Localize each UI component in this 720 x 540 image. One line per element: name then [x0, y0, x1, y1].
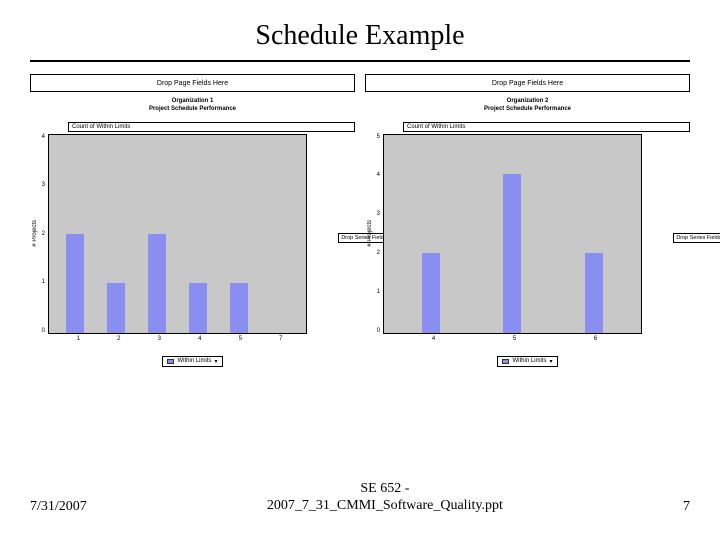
- bar: [422, 253, 440, 332]
- org-title-right: Organization 2: [365, 98, 690, 106]
- panel-left: Drop Page Fields Here Organization 1 Pro…: [30, 74, 355, 367]
- legend-right[interactable]: Within Limits ▾: [497, 356, 557, 367]
- drop-page-fields-left[interactable]: Drop Page Fields Here: [30, 74, 355, 92]
- x-tick: 4: [425, 336, 443, 342]
- bar: [230, 283, 248, 333]
- bar: [503, 174, 521, 332]
- count-label-left: Count of Within Limits: [68, 122, 355, 132]
- bar: [66, 234, 84, 333]
- org-title-left: Organization 1: [30, 98, 355, 106]
- y-tick: 2: [38, 231, 45, 237]
- bar-plot-right: [383, 134, 642, 334]
- slide: Schedule Example Drop Page Fields Here O…: [0, 0, 720, 540]
- panel-right: Drop Page Fields Here Organization 2 Pro…: [365, 74, 690, 367]
- legend-swatch-icon: [502, 359, 509, 364]
- y-tick: 4: [373, 172, 380, 178]
- y-ticks-right: 5 4 3 2 1 0: [373, 134, 383, 334]
- y-axis-label-left: # Projects: [30, 220, 38, 247]
- chart-title-right: Organization 2 Project Schedule Performa…: [365, 98, 690, 114]
- drop-series-fields-right[interactable]: Drop Series Fields Here: [673, 233, 720, 243]
- bar-plot-left: [48, 134, 307, 334]
- chart-subtitle-right: Project Schedule Performance: [365, 106, 690, 114]
- y-tick: 5: [373, 134, 380, 140]
- footer-line1: SE 652 -: [360, 481, 409, 496]
- slide-footer: 7/31/2007 SE 652 - 2007_7_31_CMMI_Softwa…: [30, 481, 690, 515]
- y-tick: 0: [38, 328, 45, 334]
- count-label-right: Count of Within Limits: [403, 122, 690, 132]
- x-tick: 5: [231, 336, 249, 342]
- bar: [585, 253, 603, 332]
- chart-title-left: Organization 1 Project Schedule Performa…: [30, 98, 355, 114]
- title-underline: [30, 60, 690, 62]
- plot-wrap-left: # Projects 4 3 2 1 0: [30, 134, 307, 334]
- x-ticks-left: 1 2 3 4 5 7: [52, 336, 307, 342]
- y-tick: 2: [373, 250, 380, 256]
- plot-area-left: # Projects 43210 123457 Drop Series Fiel…: [30, 134, 355, 342]
- footer-line2: 2007_7_31_CMMI_Software_Quality.ppt: [267, 498, 503, 513]
- legend-left[interactable]: Within Limits ▾: [162, 356, 222, 367]
- x-tick: 4: [191, 336, 209, 342]
- legend-swatch-icon: [167, 359, 174, 364]
- y-tick: 3: [38, 182, 45, 188]
- y-axis-label-right: # Projects: [365, 220, 373, 247]
- footer-center: SE 652 - 2007_7_31_CMMI_Software_Quality…: [87, 481, 683, 515]
- x-ticks-right: 4 5 6: [387, 336, 642, 342]
- footer-date: 7/31/2007: [30, 499, 87, 515]
- x-tick: 1: [69, 336, 87, 342]
- legend-label-right: Within Limits: [512, 358, 546, 364]
- plot-wrap-right: # Projects 5 4 3 2 1 0: [365, 134, 642, 334]
- legend-label-left: Within Limits: [177, 358, 211, 364]
- y-tick: 1: [38, 279, 45, 285]
- y-tick: 0: [373, 328, 380, 334]
- plot-area-right: # Projects 543210 456 Drop Series Fields…: [365, 134, 690, 342]
- y-tick: 4: [38, 134, 45, 140]
- chevron-down-icon: ▾: [550, 358, 553, 365]
- x-tick: 2: [110, 336, 128, 342]
- bar: [107, 283, 125, 333]
- chevron-down-icon: ▾: [215, 358, 218, 365]
- x-tick: 3: [150, 336, 168, 342]
- y-tick: 1: [373, 289, 380, 295]
- page-title: Schedule Example: [30, 20, 690, 52]
- y-tick: 3: [373, 211, 380, 217]
- bar: [148, 234, 166, 333]
- footer-page-number: 7: [683, 499, 690, 515]
- bar: [189, 283, 207, 333]
- x-tick: 6: [587, 336, 605, 342]
- x-tick: 5: [506, 336, 524, 342]
- y-ticks-left: 4 3 2 1 0: [38, 134, 48, 334]
- drop-page-fields-right[interactable]: Drop Page Fields Here: [365, 74, 690, 92]
- charts-row: Drop Page Fields Here Organization 1 Pro…: [30, 74, 690, 367]
- chart-subtitle-left: Project Schedule Performance: [30, 106, 355, 114]
- x-tick: 7: [272, 336, 290, 342]
